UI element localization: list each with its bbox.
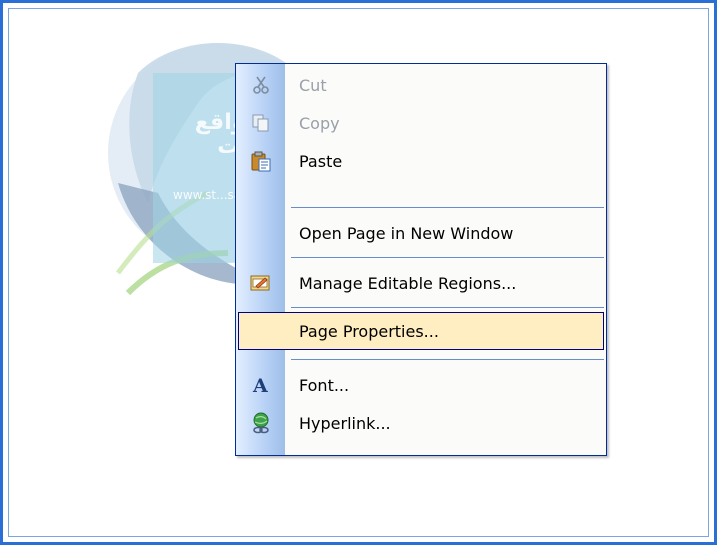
watermark-url: www.st...sa.com [173, 188, 271, 202]
menu-item-page-properties[interactable]: Page Properties... [238, 312, 604, 350]
menu-item-manage-editable-regions[interactable]: Manage Editable Regions... [236, 264, 606, 302]
svg-text:A: A [252, 375, 268, 396]
font-icon: A [236, 366, 285, 404]
menu-item-paste[interactable]: Paste [236, 142, 606, 180]
menu-item-cut[interactable]: Cut [236, 66, 606, 104]
editable-regions-icon [236, 264, 285, 302]
hyperlink-icon [236, 404, 285, 442]
menu-item-open-page-in-new-window[interactable]: Open Page in New Window [236, 214, 606, 252]
paste-icon [236, 142, 285, 180]
menu-separator [291, 359, 604, 360]
menu-item-label: Copy [299, 113, 340, 133]
menu-item-label: Manage Editable Regions... [299, 273, 517, 293]
watermark-logo: تحميل المواقع والواجهات www.st...sa.com [98, 13, 418, 313]
menu-item-hyperlink[interactable]: Hyperlink... [236, 404, 606, 442]
menu-item-label: Page Properties... [299, 321, 439, 341]
menu-item-font[interactable]: A Font... [236, 366, 606, 404]
menu-item-label: Paste [299, 151, 343, 171]
context-menu: Cut Copy Paste Open Page in New Window M… [235, 63, 607, 456]
globe-logo-icon [108, 43, 328, 296]
menu-icon-gutter [236, 64, 285, 455]
menu-separator [291, 257, 604, 258]
menu-separator [291, 207, 604, 208]
menu-item-copy[interactable]: Copy [236, 104, 606, 142]
menu-separator [291, 307, 604, 308]
copy-icon [236, 104, 285, 142]
watermark-panel [153, 73, 403, 263]
window-frame: تحميل المواقع والواجهات www.st...sa.com … [0, 0, 717, 545]
menu-item-label: Cut [299, 75, 327, 95]
watermark-text: تحميل المواقع والواجهات [194, 110, 352, 159]
scissors-icon [236, 66, 285, 104]
menu-item-label: Open Page in New Window [299, 223, 514, 243]
menu-item-label: Hyperlink... [299, 413, 391, 433]
menu-item-label: Font... [299, 375, 350, 395]
